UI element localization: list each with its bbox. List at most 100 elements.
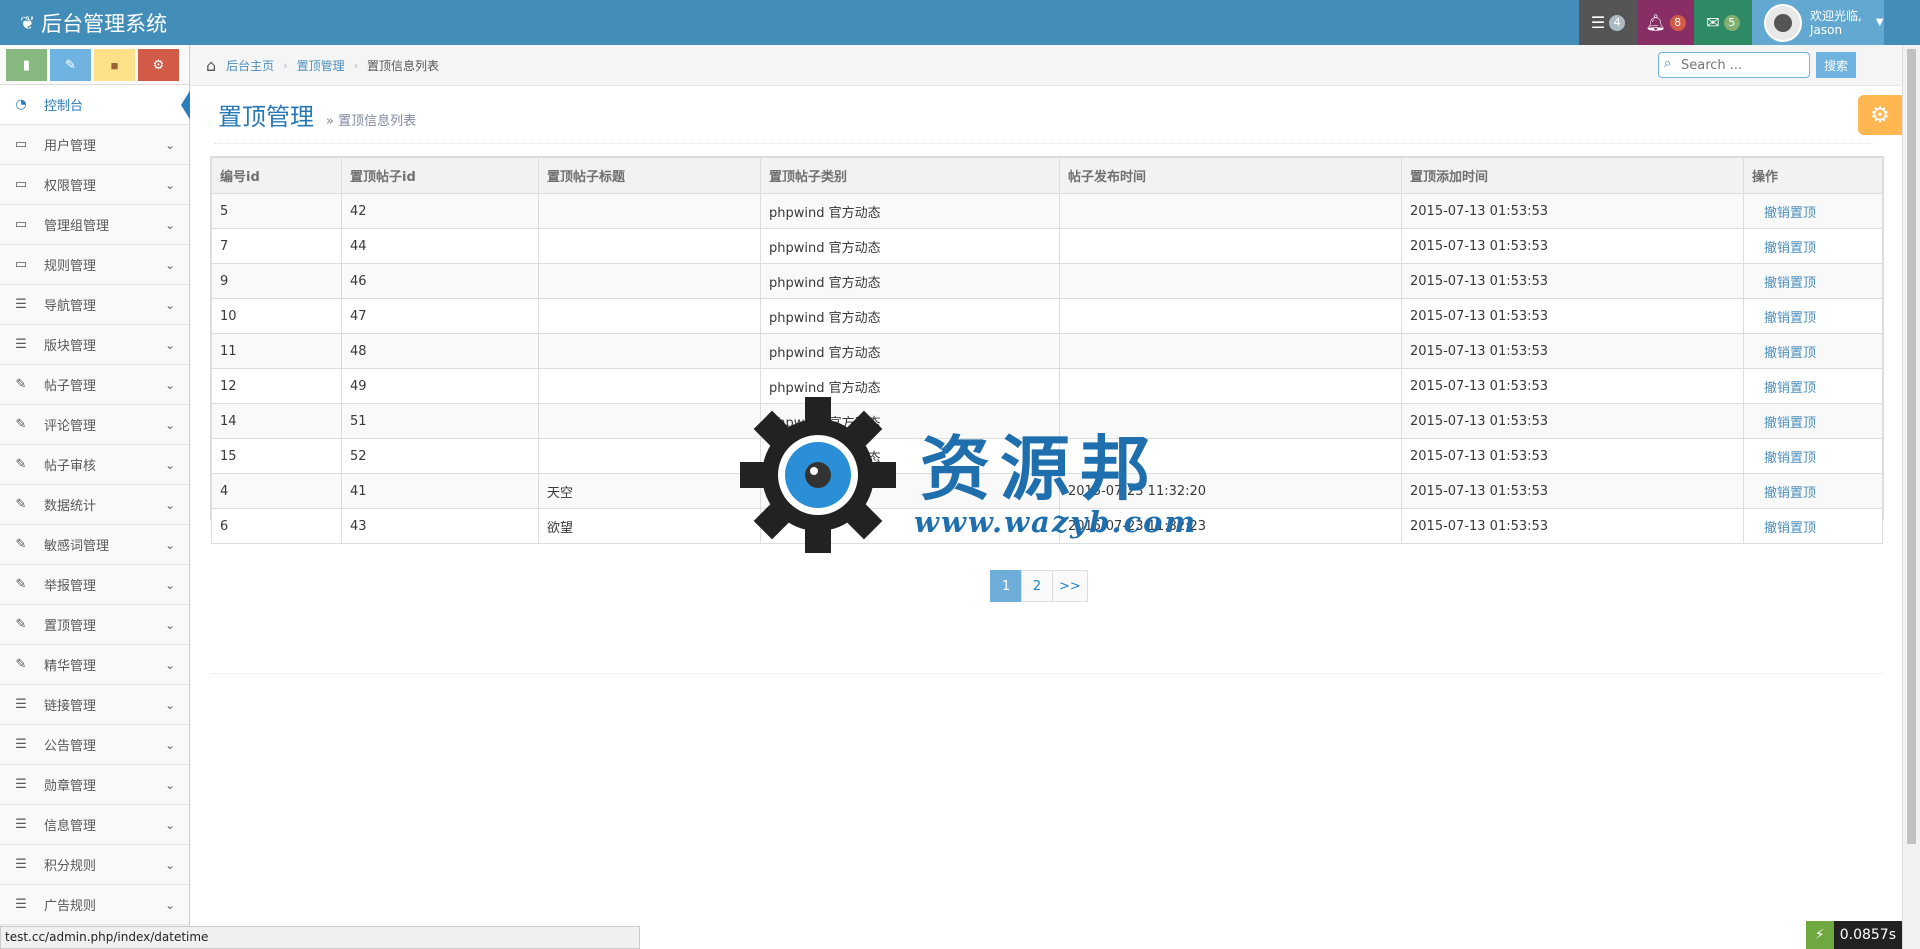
signal-shortcut-button[interactable]: ▮ xyxy=(6,49,47,81)
sidebar-item[interactable]: ✎ 评论管理 ⌄ xyxy=(0,405,189,445)
brand[interactable]: ❦ 后台管理系统 xyxy=(20,8,167,38)
tasks-dropdown[interactable]: ☰ 4 xyxy=(1579,0,1637,45)
sidebar-item[interactable]: ✎ 数据统计 ⌄ xyxy=(0,485,189,525)
watermark-title: 资源邦 xyxy=(920,427,1160,510)
breadcrumb-section-link[interactable]: 置顶管理 xyxy=(297,57,345,74)
sidebar-item[interactable]: ✎ 举报管理 ⌄ xyxy=(0,565,189,605)
revoke-sticky-link[interactable]: 撤销置顶 xyxy=(1752,416,1816,431)
sidebar-item[interactable]: ▭ 权限管理 ⌄ xyxy=(0,165,189,205)
sidebar-item[interactable]: ▭ 管理组管理 ⌄ xyxy=(0,205,189,245)
edit-icon: ✎ xyxy=(15,577,27,592)
sidebar-item-label: 勋章管理 xyxy=(44,779,97,794)
chevron-down-icon: ⌄ xyxy=(164,857,175,872)
table-cell: 撤销置顶 xyxy=(1743,473,1883,509)
thinkphp-logo-icon[interactable]: ⚡ xyxy=(1805,921,1834,949)
table-cell: 2015-07-13 01:53:53 xyxy=(1401,228,1744,264)
revoke-sticky-link[interactable]: 撤销置顶 xyxy=(1752,276,1816,291)
messages-dropdown[interactable]: ✉ 5 xyxy=(1694,0,1752,45)
breadcrumb-current: 置顶信息列表 xyxy=(367,58,440,73)
chevron-down-icon: ⌄ xyxy=(164,697,175,712)
page-scrollbar[interactable] xyxy=(1902,45,1920,949)
page-link[interactable]: 2 xyxy=(1021,570,1053,602)
list-icon: ☰ xyxy=(15,737,27,752)
cogs-shortcut-button[interactable]: ⚙ xyxy=(138,49,179,81)
revoke-sticky-link[interactable]: 撤销置顶 xyxy=(1752,241,1816,256)
notifications-dropdown[interactable]: 🔔︎ 8 xyxy=(1637,0,1694,45)
revoke-sticky-link[interactable]: 撤销置顶 xyxy=(1752,451,1816,466)
sidebar-item-label: 控制台 xyxy=(44,99,84,114)
pencil-shortcut-button[interactable]: ✎ xyxy=(50,49,91,81)
leaf-icon: ❦ xyxy=(20,12,36,34)
breadcrumb: ⌂ 后台主页 › 置顶管理 › 置顶信息列表 xyxy=(190,45,1902,86)
sidebar-item[interactable]: ☰ 链接管理 ⌄ xyxy=(0,685,189,725)
table-cell: 49 xyxy=(341,368,539,404)
sidebar-item[interactable]: ▭ 规则管理 ⌄ xyxy=(0,245,189,285)
sidebar-item[interactable]: ✎ 精华管理 ⌄ xyxy=(0,645,189,685)
sidebar-item[interactable]: ☰ 版块管理 ⌄ xyxy=(0,325,189,365)
chevron-down-icon: ⌄ xyxy=(164,817,175,832)
table-cell: 44 xyxy=(341,228,539,264)
table-cell: 撤销置顶 xyxy=(1743,193,1883,229)
chevron-down-icon: ⌄ xyxy=(164,457,175,472)
column-header: 编号id xyxy=(211,157,342,194)
pagination: 1 2 >> xyxy=(990,570,1088,602)
table-cell: 天空 xyxy=(538,473,761,509)
column-header: 置顶添加时间 xyxy=(1401,157,1744,194)
sidebar-item[interactable]: ☰ 勋章管理 ⌄ xyxy=(0,765,189,805)
group-icon: ■ xyxy=(110,57,119,73)
chevron-down-icon: ⌄ xyxy=(164,417,175,432)
list-icon: ☰ xyxy=(15,857,27,872)
sidebar-item[interactable]: ◔ 控制台 xyxy=(0,85,191,125)
home-icon[interactable]: ⌂ xyxy=(206,56,216,75)
table-row: 9 46 phpwind 官方动态 2015-07-13 01:53:53 撤销置顶 xyxy=(211,263,1883,299)
table-cell: 撤销置顶 xyxy=(1743,508,1883,544)
sidebar-item[interactable]: ☰ 公告管理 ⌄ xyxy=(0,725,189,765)
revoke-sticky-link[interactable]: 撤销置顶 xyxy=(1752,521,1816,536)
sidebar-item[interactable]: ✎ 敏感词管理 ⌄ xyxy=(0,525,189,565)
sidebar-item[interactable]: ✎ 帖子审核 ⌄ xyxy=(0,445,189,485)
table-cell xyxy=(538,263,761,299)
pencil-icon: ✎ xyxy=(65,57,76,72)
sidebar-item[interactable]: ✎ 帖子管理 ⌄ xyxy=(0,365,189,405)
chevron-down-icon: ⌄ xyxy=(164,337,175,352)
table-cell: 撤销置顶 xyxy=(1743,263,1883,299)
sidebar-item[interactable]: ▭ 用户管理 ⌄ xyxy=(0,125,189,165)
table-cell: 5 xyxy=(211,193,342,229)
breadcrumb-home-link[interactable]: 后台主页 xyxy=(226,57,274,74)
gear-eye-logo-icon xyxy=(740,397,896,553)
scroll-thumb[interactable] xyxy=(1907,49,1916,844)
revoke-sticky-link[interactable]: 撤销置顶 xyxy=(1752,381,1816,396)
brand-title: 后台管理系统 xyxy=(41,12,168,36)
desktop-icon: ▭ xyxy=(14,257,28,272)
group-shortcut-button[interactable]: ■ xyxy=(94,49,135,81)
table-cell xyxy=(538,403,761,439)
envelope-icon: ✉ xyxy=(1706,13,1720,32)
watermark: 资源邦 www.wazyb.com xyxy=(738,395,1198,555)
sidebar-item[interactable]: ☰ 广告规则 ⌄ xyxy=(0,885,189,925)
revoke-sticky-link[interactable]: 撤销置顶 xyxy=(1752,486,1816,501)
page-title: 置顶管理 xyxy=(218,103,314,131)
sidebar-item[interactable]: ☰ 积分规则 ⌄ xyxy=(0,845,189,885)
settings-toggle-button[interactable]: ⚙ xyxy=(1858,95,1902,135)
table-cell: 9 xyxy=(211,263,342,299)
user-name: Jason xyxy=(1810,22,1843,37)
table-cell: 撤销置顶 xyxy=(1743,228,1883,264)
avatar xyxy=(1764,3,1802,42)
desktop-icon: ▭ xyxy=(14,177,28,192)
sidebar: ▮ ✎ ■ ⚙ ◔ 控制台 ▭ 用户管理 ⌄ ▭ 权限管理 ⌄ ▭ 管理组管理 ⌄ ▭ 规则管理 ⌄ ☰ 导航… xyxy=(0,45,191,949)
sidebar-item[interactable]: ☰ 信息管理 ⌄ xyxy=(0,805,189,845)
revoke-sticky-link[interactable]: 撤销置顶 xyxy=(1752,206,1816,221)
search-input[interactable] xyxy=(1658,52,1810,78)
page-link[interactable]: 1 xyxy=(990,570,1022,602)
user-menu[interactable]: 欢迎光临, Jason ▼ xyxy=(1752,0,1884,45)
edit-icon: ✎ xyxy=(15,417,27,432)
revoke-sticky-link[interactable]: 撤销置顶 xyxy=(1752,346,1816,361)
search-button[interactable]: 搜索 xyxy=(1816,52,1856,78)
sidebar-item[interactable]: ✎ 置顶管理 ⌄ xyxy=(0,605,189,645)
table-cell: 14 xyxy=(211,403,342,439)
page-link[interactable]: >> xyxy=(1052,570,1088,602)
table-cell: 撤销置顶 xyxy=(1743,333,1883,369)
revoke-sticky-link[interactable]: 撤销置顶 xyxy=(1752,311,1816,326)
table-cell: 撤销置顶 xyxy=(1743,403,1883,439)
sidebar-item[interactable]: ☰ 导航管理 ⌄ xyxy=(0,285,189,325)
